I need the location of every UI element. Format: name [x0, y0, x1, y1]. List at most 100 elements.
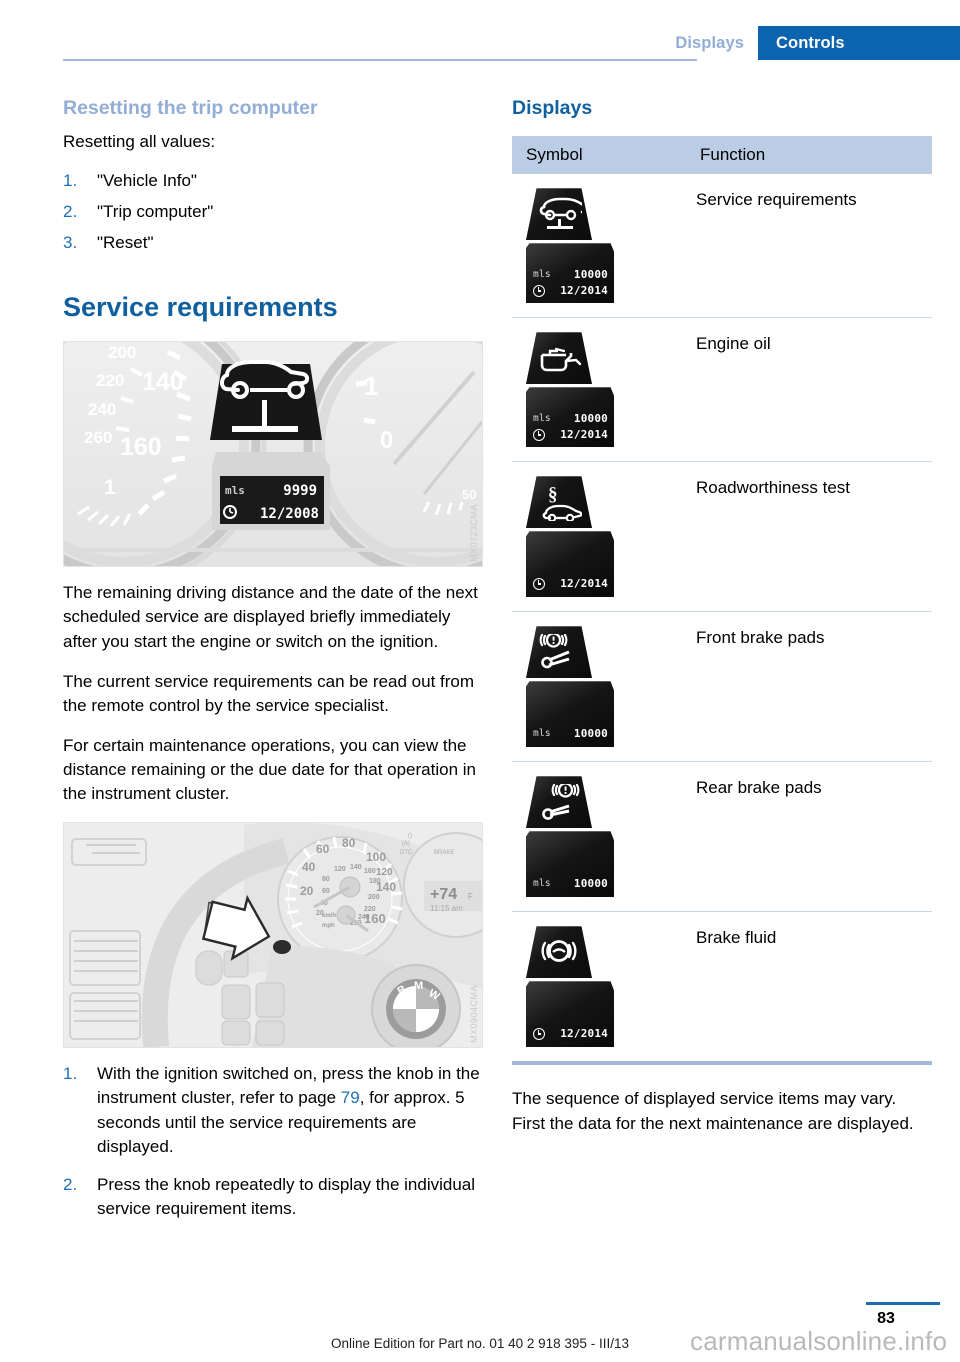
- list-item: 3. "Reset": [63, 231, 483, 255]
- svg-text:F: F: [468, 892, 473, 901]
- left-column: Resetting the trip computer Resetting al…: [63, 96, 483, 1235]
- table-bottom-rule: [512, 1061, 932, 1066]
- function-cell: Rear brake pads: [686, 761, 932, 912]
- svg-text:220: 220: [364, 906, 376, 913]
- section-heading-displays: Displays: [512, 97, 593, 119]
- clock-icon: [533, 577, 545, 590]
- table-row: § 12/2014 Roadworthiness test: [512, 461, 932, 612]
- svg-text:1: 1: [364, 371, 378, 401]
- svg-text:140: 140: [142, 368, 184, 396]
- svg-text:12/2008: 12/2008: [260, 506, 319, 522]
- paragraph-car-icon: §: [526, 476, 592, 529]
- function-cell: Roadworthiness test: [686, 461, 932, 612]
- symbol-cell: mls 10000: [512, 611, 686, 762]
- figure-code: MX0904CMA: [469, 985, 479, 1044]
- svg-text:160: 160: [364, 868, 376, 875]
- svg-text:80: 80: [322, 876, 330, 883]
- function-cell: Brake fluid: [686, 911, 932, 1062]
- function-cell: Engine oil: [686, 317, 932, 462]
- symbol-cell: 12/2014: [512, 911, 686, 1062]
- step-number: 3.: [63, 232, 78, 252]
- svg-text:240: 240: [88, 400, 116, 419]
- footer-rule: [866, 1302, 940, 1305]
- function-cell: Front brake pads: [686, 611, 932, 762]
- site-watermark: carmanualsonline.info: [690, 1326, 948, 1356]
- svg-text:50: 50: [462, 487, 476, 502]
- column-header-function: Function: [686, 136, 932, 175]
- svg-text:200: 200: [108, 343, 136, 362]
- svg-text:M: M: [414, 980, 423, 992]
- car-on-lift-symbol: [210, 360, 322, 441]
- unit-label: mls: [533, 728, 551, 740]
- svg-text:100: 100: [366, 850, 386, 864]
- steering-wheel-illustration: 20 40 60 80 100 120 140 160 80 60 40 20 …: [64, 823, 482, 1048]
- service-readout-display: 12/2014: [526, 981, 614, 1048]
- step-number: 2.: [63, 201, 78, 221]
- step-text: "Trip computer": [97, 201, 214, 221]
- symbol-cell: mls 10000: [512, 761, 686, 912]
- page-body: Resetting the trip computer Resetting al…: [0, 0, 960, 1362]
- figure-instrument-cluster: 200 220 240 260 140 160 1 1 0 50 mls 999…: [63, 341, 483, 568]
- svg-text:160: 160: [120, 433, 162, 461]
- list-item: 2. "Trip computer": [63, 200, 483, 224]
- paragraph-remote-readout: The current service requirements can be …: [63, 671, 475, 715]
- svg-text:§: §: [548, 484, 558, 505]
- step-text: With the ignition switched on, press the…: [97, 1062, 483, 1159]
- table-row: mls 10000 12/2014 Engine oil: [512, 317, 932, 462]
- svg-text:200: 200: [368, 894, 380, 901]
- page-title: Service requirements: [63, 291, 338, 322]
- svg-text:BRAKE: BRAKE: [434, 850, 454, 856]
- service-readout-display: mls 10000 12/2014: [526, 387, 614, 448]
- date-value: 12/2014: [560, 284, 608, 298]
- svg-text:40: 40: [302, 860, 316, 874]
- svg-text:DTC: DTC: [400, 850, 413, 856]
- note-sequence-of-items: The sequence of displayed service items …: [512, 1089, 914, 1133]
- bmw-roundel: B M W: [386, 979, 446, 1040]
- paragraph-remaining-distance: The remaining driving distance and the d…: [63, 583, 478, 651]
- svg-text:(): (): [408, 833, 412, 839]
- step-number: 1.: [63, 1064, 78, 1084]
- svg-text:km/h: km/h: [322, 913, 336, 919]
- step-text: "Vehicle Info": [97, 170, 197, 190]
- svg-text:220: 220: [96, 371, 124, 390]
- brake-fluid-icon: [526, 926, 592, 979]
- step-text: "Reset": [97, 232, 154, 252]
- service-readout-display: 12/2014: [526, 531, 614, 598]
- instruction-steps-list: 1. With the ignition switched on, press …: [63, 1062, 483, 1221]
- list-item: 2. Press the knob repeatedly to display …: [63, 1173, 483, 1221]
- step-text: Press the knob repeatedly to display the…: [97, 1174, 476, 1218]
- symbol-cell: mls 10000 12/2014: [512, 174, 686, 318]
- unit-label: mls: [533, 269, 551, 281]
- svg-text:0: 0: [380, 427, 393, 454]
- symbol-cell: mls 10000 12/2014: [512, 317, 686, 462]
- clock-icon: [533, 1027, 545, 1040]
- paragraph-maintenance-operations: For certain maintenance operations, you …: [63, 735, 476, 804]
- step-number: 2.: [63, 1174, 78, 1194]
- right-column: Displays Symbol Function mls 10000 12/20…: [512, 96, 932, 1152]
- svg-text:20: 20: [300, 884, 314, 898]
- oil-can-icon: [526, 332, 592, 385]
- figure-steering-wheel: 20 40 60 80 100 120 140 160 80 60 40 20 …: [63, 822, 483, 1049]
- svg-text:mph: mph: [322, 923, 335, 929]
- rear-brake-pad-icon: [526, 776, 592, 829]
- distance-value: 10000: [573, 412, 608, 426]
- svg-text:mls: mls: [225, 484, 245, 497]
- svg-text:(A): (A): [402, 841, 410, 847]
- symbol-function-table: Symbol Function mls 10000 12/2014 Servic…: [512, 136, 932, 1062]
- table-row: mls 10000 Front brake pads: [512, 611, 932, 762]
- list-item: 1. With the ignition switched on, press …: [63, 1062, 483, 1159]
- function-cell: Service requirements: [696, 190, 857, 210]
- svg-text:1: 1: [104, 476, 116, 499]
- step-number: 1.: [63, 170, 78, 190]
- date-value: 12/2014: [560, 1027, 608, 1041]
- svg-text:140: 140: [350, 864, 362, 871]
- date-value: 12/2014: [560, 428, 608, 442]
- svg-text:9999: 9999: [283, 483, 317, 499]
- page-reference-link[interactable]: 79: [341, 1088, 360, 1107]
- clock-icon: [533, 428, 545, 441]
- svg-text:260: 260: [84, 428, 112, 447]
- date-value: 12/2014: [560, 577, 608, 591]
- svg-text:80: 80: [342, 836, 356, 850]
- distance-value: 10000: [573, 877, 608, 891]
- distance-value: 10000: [573, 727, 608, 741]
